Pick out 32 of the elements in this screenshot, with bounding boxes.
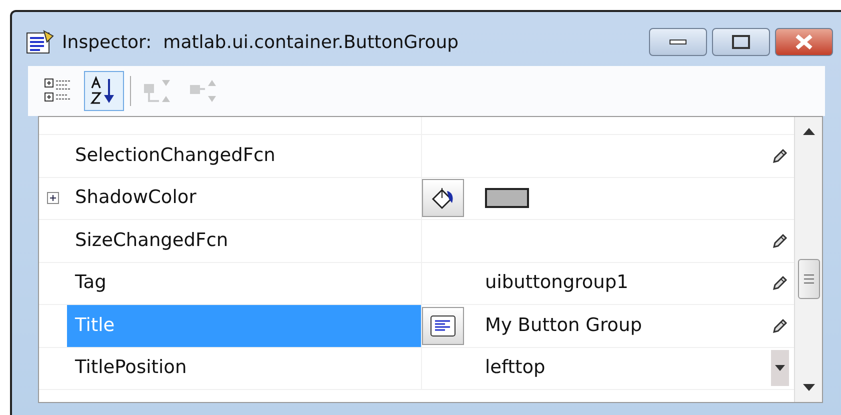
- pencil-icon[interactable]: [771, 274, 789, 292]
- minimize-button[interactable]: [649, 28, 707, 56]
- expand-icon[interactable]: [47, 192, 59, 204]
- property-value[interactable]: uibuttongroup1: [485, 269, 628, 298]
- scrollbar-thumb[interactable]: [798, 259, 820, 299]
- sort-alphabetical-button[interactable]: [84, 71, 124, 111]
- window-title: Inspector: matlab.ui.container.ButtonGroup: [62, 30, 460, 54]
- property-name[interactable]: SelectionChangedFcn: [67, 135, 422, 176]
- maximize-icon: [732, 35, 750, 49]
- paint-bucket-icon: [430, 185, 456, 212]
- pencil-icon[interactable]: [771, 232, 789, 250]
- inspector-icon: [26, 29, 56, 55]
- color-picker-button[interactable]: [422, 179, 464, 218]
- property-value[interactable]: My Button Group: [485, 312, 642, 340]
- property-name[interactable]: Tag: [67, 262, 422, 304]
- text-lines-icon: [430, 314, 456, 337]
- scroll-up-icon[interactable]: [802, 127, 814, 135]
- dropdown-button[interactable]: [771, 350, 789, 386]
- minimize-icon: [669, 39, 687, 45]
- grip-icon: [804, 273, 814, 285]
- pencil-icon[interactable]: [771, 316, 789, 335]
- color-swatch[interactable]: [485, 188, 529, 208]
- caret-icon: [775, 365, 785, 372]
- close-icon: [794, 34, 814, 50]
- close-button[interactable]: [775, 28, 833, 56]
- property-value[interactable]: lefttop: [485, 354, 546, 382]
- property-name[interactable]: SizeChangedFcn: [67, 220, 422, 262]
- scroll-down-icon[interactable]: [802, 384, 814, 392]
- maximize-button[interactable]: [712, 28, 770, 56]
- pencil-icon[interactable]: [771, 146, 789, 165]
- text-editor-button[interactable]: [422, 306, 464, 345]
- property-name[interactable]: TitlePosition: [67, 348, 422, 389]
